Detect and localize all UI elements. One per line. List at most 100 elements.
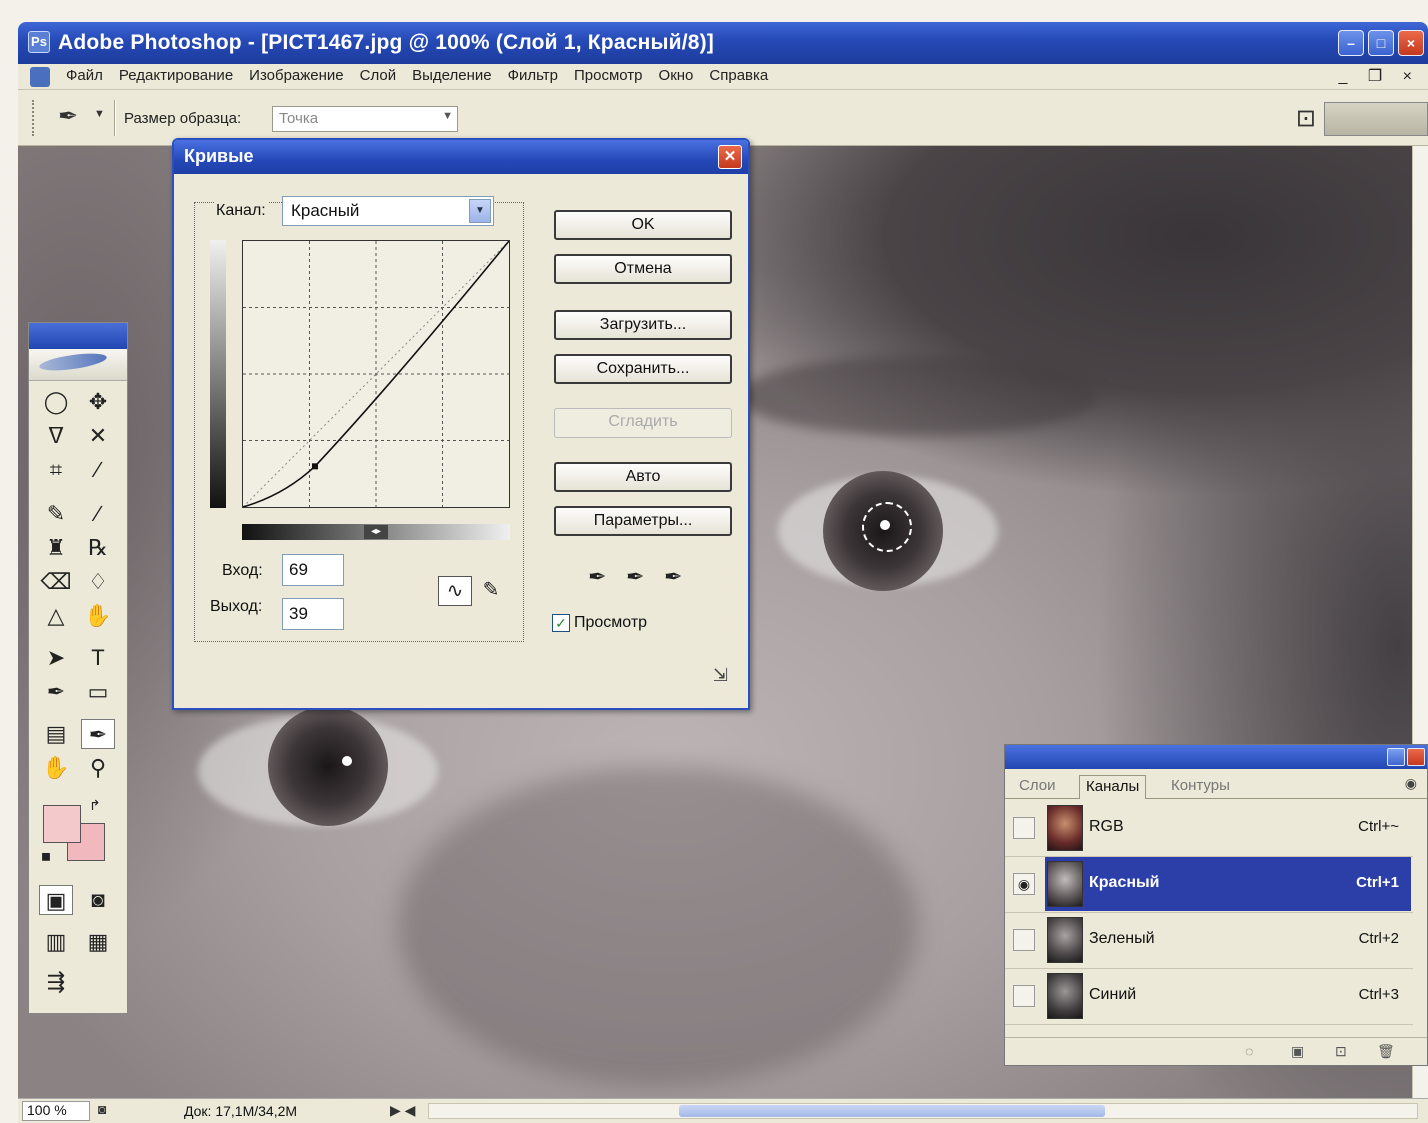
tab-paths[interactable]: Контуры <box>1165 775 1236 799</box>
dodge-icon[interactable]: ✋ <box>81 601 115 631</box>
load-button[interactable]: Загрузить... <box>554 310 732 340</box>
save-button[interactable]: Сохранить... <box>554 354 732 384</box>
swap-colors-icon[interactable]: ↱ <box>89 797 101 814</box>
channel-row-green[interactable]: Зеленый Ctrl+2 <box>1005 913 1413 969</box>
menu-view[interactable]: Просмотр <box>566 67 651 84</box>
panel-minimize-icon[interactable] <box>1387 748 1405 766</box>
tool-preset-chevron-down-icon[interactable]: ▼ <box>94 108 105 120</box>
crop-icon[interactable]: ⌗ <box>39 455 73 485</box>
tools-palette-titlebar[interactable] <box>29 323 127 349</box>
new-channel-icon[interactable]: ⊡ <box>1335 1043 1347 1060</box>
jump-to-imageready-icon[interactable]: ⇶ <box>39 967 73 997</box>
screen-mode-icon[interactable]: ▥ <box>39 927 73 957</box>
menu-image[interactable]: Изображение <box>241 67 352 84</box>
menu-layer[interactable]: Слой <box>352 67 404 84</box>
expand-dialog-icon[interactable]: ⇲ <box>713 665 728 686</box>
output-field[interactable]: 39 <box>282 598 344 630</box>
palette-dock-icon[interactable]: ⊡ <box>1296 104 1316 133</box>
hand-icon[interactable]: ✋ <box>39 753 73 783</box>
cancel-button[interactable]: Отмена <box>554 254 732 284</box>
move-tool-icon[interactable]: ✥ <box>81 387 115 417</box>
ok-button[interactable]: OK <box>554 210 732 240</box>
type-tool-icon[interactable]: T <box>81 643 115 673</box>
curve-graph[interactable] <box>242 240 510 508</box>
options-button[interactable]: Параметры... <box>554 506 732 536</box>
eraser-icon[interactable]: ⌫ <box>39 567 73 597</box>
sample-size-select[interactable]: Точка ▼ <box>272 106 458 132</box>
curve-control-point[interactable] <box>311 463 318 470</box>
menu-select[interactable]: Выделение <box>404 67 499 84</box>
input-gradient-bar[interactable]: ◂▸ <box>242 524 510 540</box>
load-selection-icon[interactable]: ◌ <box>1245 1043 1253 1059</box>
smooth-button[interactable]: Сгладить <box>554 408 732 438</box>
notes-icon[interactable]: ▤ <box>39 719 73 749</box>
menu-help[interactable]: Справка <box>701 67 776 84</box>
healing-brush-icon[interactable]: ✎ <box>39 499 73 529</box>
black-point-eyedropper-icon[interactable]: ✒ <box>588 564 606 590</box>
palette-well[interactable] <box>1324 102 1428 136</box>
panel-menu-icon[interactable]: ◉ <box>1405 775 1417 792</box>
chevron-down-icon[interactable]: ▼ <box>469 199 491 223</box>
slice-icon[interactable]: ∕ <box>81 455 115 485</box>
zoom-field[interactable]: 100 % <box>22 1101 90 1121</box>
pencil-tool-icon[interactable]: ✎ <box>476 576 506 606</box>
channel-select[interactable]: Красный ▼ <box>282 196 494 226</box>
minimize-button[interactable]: – <box>1338 30 1364 56</box>
curve-tool-icon[interactable]: ∿ <box>438 576 472 606</box>
eye-icon[interactable]: ◉ <box>1013 873 1035 895</box>
tab-layers[interactable]: Слои <box>1013 775 1061 799</box>
default-colors-icon[interactable]: ◼ <box>41 849 51 863</box>
foreground-color-swatch[interactable] <box>43 805 81 843</box>
channel-row-blue[interactable]: Синий Ctrl+3 <box>1005 969 1413 1025</box>
eyedropper-tool-icon[interactable]: ✒ <box>81 719 115 749</box>
camera-icon[interactable]: ◙ <box>98 1101 106 1117</box>
lasso-icon[interactable]: ᐁ <box>39 421 73 451</box>
paint-bucket-icon[interactable]: ♢ <box>81 567 115 597</box>
visibility-toggle[interactable] <box>1013 817 1035 839</box>
magic-wand-icon[interactable]: ✕ <box>81 421 115 451</box>
channels-panel-titlebar[interactable] <box>1005 745 1427 769</box>
curve-plot[interactable] <box>242 240 510 508</box>
rectangle-shape-icon[interactable]: ▭ <box>81 677 115 707</box>
channel-row-red[interactable]: ◉ Красный Ctrl+1 <box>1005 857 1413 913</box>
elliptical-marquee-icon[interactable]: ◯ <box>39 387 73 417</box>
input-field[interactable]: 69 <box>282 554 344 586</box>
panel-close-icon[interactable] <box>1407 748 1425 766</box>
menu-filter[interactable]: Фильтр <box>500 67 566 84</box>
menu-edit[interactable]: Редактирование <box>111 67 241 84</box>
history-brush-icon[interactable]: ℞ <box>81 533 115 563</box>
adobe-feather-logo[interactable] <box>29 349 127 381</box>
menu-file[interactable]: Файл <box>58 67 111 84</box>
scrollbar-thumb[interactable] <box>679 1105 1105 1117</box>
options-grip[interactable] <box>32 100 36 136</box>
tab-channels[interactable]: Каналы <box>1079 775 1147 799</box>
clone-stamp-icon[interactable]: ♜ <box>39 533 73 563</box>
horizontal-scrollbar[interactable] <box>428 1103 1418 1119</box>
visibility-toggle[interactable] <box>1013 985 1035 1007</box>
standard-mode-icon[interactable]: ▣ <box>39 885 73 915</box>
document-icon[interactable] <box>30 67 50 87</box>
full-screen-menu-icon[interactable]: ▦ <box>81 927 115 957</box>
path-selection-icon[interactable]: ➤ <box>39 643 73 673</box>
quick-mask-icon[interactable]: ◙ <box>81 885 115 915</box>
channel-row-rgb[interactable]: RGB Ctrl+~ <box>1005 801 1413 857</box>
blur-icon[interactable]: △ <box>39 601 73 631</box>
close-icon[interactable]: ✕ <box>718 145 742 169</box>
trash-icon[interactable]: 🗑 <box>1377 1043 1395 1060</box>
save-selection-icon[interactable]: ▣ <box>1291 1043 1304 1060</box>
white-point-eyedropper-icon[interactable]: ✒ <box>664 564 682 590</box>
auto-button[interactable]: Авто <box>554 462 732 492</box>
curves-titlebar[interactable]: Кривые ✕ <box>174 140 748 174</box>
close-button[interactable]: × <box>1398 30 1424 56</box>
eyedropper-icon[interactable]: ✒ <box>58 102 78 131</box>
menu-window[interactable]: Окно <box>651 67 702 84</box>
preview-checkbox[interactable]: ✓ <box>552 614 570 632</box>
brush-icon[interactable]: ∕ <box>81 499 115 529</box>
maximize-button[interactable]: □ <box>1368 30 1394 56</box>
pen-icon[interactable]: ✒ <box>39 677 73 707</box>
gradient-toggle-icon[interactable]: ◂▸ <box>364 525 388 539</box>
status-arrows-icon[interactable]: ▶ ◀ <box>390 1102 415 1119</box>
document-window-controls[interactable]: _ ❐ × <box>1339 66 1420 86</box>
zoom-icon[interactable]: ⚲ <box>81 753 115 783</box>
gray-point-eyedropper-icon[interactable]: ✒ <box>626 564 644 590</box>
